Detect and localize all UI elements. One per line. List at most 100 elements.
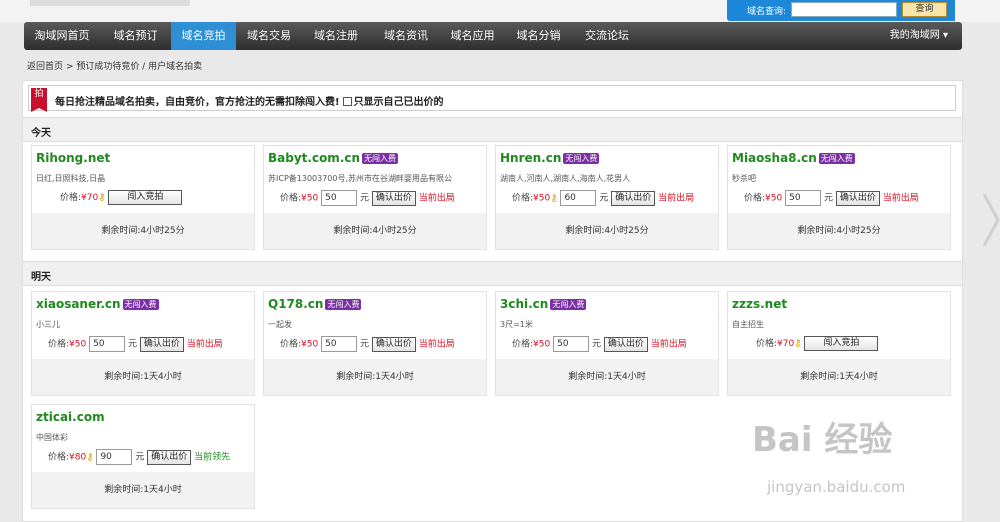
nav-item[interactable]: 域名注册 (302, 22, 370, 50)
domain-name-link[interactable]: zticai.com (36, 410, 105, 424)
remaining-time: 剩余时间:1天4小时 (32, 359, 254, 395)
domain-description: 秒杀吧 (732, 174, 756, 183)
only-mine-checkbox[interactable] (342, 97, 352, 106)
price-value: ¥70 (777, 339, 795, 349)
next-arrow-icon[interactable] (980, 190, 1000, 250)
no-entry-fee-badge: 无闯入费 (362, 153, 399, 164)
domain-name-link[interactable]: Babyt.com.cn 无闯入费 (268, 151, 399, 165)
notice-text: 每日抢注精品域名拍卖，自由竞价，官方抢注的无需扣除闯入费! (55, 97, 340, 108)
search-button[interactable]: 查询 (902, 2, 947, 17)
domain-name-link[interactable]: zzzs.net (732, 297, 787, 311)
confirm-bid-button[interactable]: 确认出价 (603, 336, 648, 352)
currency-unit: 元 (823, 193, 833, 204)
nav-item[interactable]: 淘域网首页 (24, 22, 100, 50)
domain-name[interactable]: Rihong.net (36, 151, 110, 165)
key-icon: ⚷ (794, 338, 802, 349)
domain-name-link[interactable]: Q178.cn 无闯入费 (268, 297, 362, 311)
nav-item[interactable]: 域名分销 (503, 22, 574, 50)
nav-item[interactable]: 域名竞拍 (171, 22, 236, 50)
key-icon: ⚷ (550, 192, 558, 204)
domain-description: 一起发 (268, 320, 292, 329)
watermark: Bai 经验 jingyan.baidu.com (752, 412, 905, 496)
domain-name[interactable]: Hnren.cn (500, 151, 561, 165)
bid-input[interactable]: 90 (96, 449, 133, 465)
price-row: 价格:¥50 50 元 确认出价 当前出局 (496, 336, 718, 354)
domain-name[interactable]: zzzs.net (732, 297, 787, 311)
breadcrumb-home-link[interactable]: 返回首页 (27, 62, 63, 72)
key-icon: ⚷ (86, 451, 94, 463)
bid-status: 当前出局 (418, 339, 455, 350)
price-label: 价格: (512, 193, 534, 204)
nav-item[interactable]: 域名资讯 (370, 22, 442, 50)
domain-name-link[interactable]: xiaosaner.cn 无闯入费 (36, 297, 159, 311)
price-label: 价格: (280, 339, 302, 350)
price-label: 价格: (48, 339, 70, 350)
domain-name[interactable]: 3chi.cn (500, 297, 548, 311)
domain-card: Rihong.net 日红,日照科技,日晶 价格:¥70 ⚷ 闯入竞拍 剩余时间:4小… (31, 145, 255, 250)
remaining-time: 剩余时间:1天4小时 (264, 359, 486, 395)
nav-item[interactable]: 域名应用 (442, 22, 503, 50)
price-value: ¥50 (765, 193, 783, 204)
enter-auction-button[interactable]: 闯入竞拍 (108, 190, 183, 205)
price-label: 价格: (48, 452, 70, 463)
breadcrumb-path: 预订成功待竞价 / 用户域名拍卖 (76, 62, 203, 72)
confirm-bid-button[interactable]: 确认出价 (371, 190, 416, 206)
confirm-bid-button[interactable]: 确认出价 (371, 336, 416, 352)
chevron-right-icon: > (65, 62, 74, 72)
search-input[interactable] (791, 2, 897, 17)
domain-name-link[interactable]: 3chi.cn 无闯入费 (500, 297, 587, 311)
section-header: 明天 (23, 261, 962, 286)
bid-input[interactable]: 50 (321, 336, 358, 352)
price-row: 价格:¥70 ⚷ 闯入竞拍 (32, 190, 254, 208)
no-entry-fee-badge: 无闯入费 (550, 299, 587, 310)
confirm-bid-button[interactable]: 确认出价 (611, 190, 656, 206)
domain-name[interactable]: xiaosaner.cn (36, 297, 121, 311)
domain-name[interactable]: Q178.cn (268, 297, 323, 311)
my-account-menu[interactable]: 我的淘域网 ▾ (890, 22, 948, 50)
price-row: 价格:¥50 50 元 确认出价 当前出局 (264, 336, 486, 354)
domain-name[interactable]: Babyt.com.cn (268, 151, 360, 165)
confirm-bid-button[interactable]: 确认出价 (147, 449, 192, 465)
price-label: 价格: (280, 193, 302, 204)
domain-card: 3chi.cn 无闯入费 3尺=1米 价格:¥50 50 元 确认出价 当前出局 剩余时… (495, 291, 719, 396)
domain-card: zticai.com 中国体彩 价格:¥80 ⚷ 90 元 确认出价 当前领先 剩余时… (31, 404, 255, 509)
domain-name[interactable]: zticai.com (36, 410, 105, 424)
notice-bar: 拍 每日抢注精品域名拍卖，自由竞价，官方抢注的无需扣除闯入费! 只显示自己已出价的 (28, 85, 956, 112)
bid-input[interactable]: 50 (321, 190, 358, 206)
price-label: 价格: (744, 193, 766, 204)
domain-card: Babyt.com.cn 无闯入费 苏ICP备13003700号,苏州市在谷湖畔婴用… (263, 145, 487, 250)
only-mine-label[interactable]: 只显示自己已出价的 (354, 97, 444, 108)
bid-status: 当前出局 (650, 339, 687, 350)
domain-card: zzzs.net 自主招生 价格:¥70 ⚷ 闯入竞拍 剩余时间:1天4小时 (727, 291, 951, 396)
bid-input[interactable]: 50 (89, 336, 126, 352)
domain-card: Q178.cn 无闯入费一起发价格:¥50 50 元 确认出价 当前出局剩余时间:… (263, 291, 487, 396)
price-value: ¥50 (301, 339, 319, 350)
remaining-time: 剩余时间:4小时25分 (496, 213, 718, 249)
nav-item[interactable]: 域名交易 (236, 22, 302, 50)
confirm-bid-button[interactable]: 确认出价 (835, 190, 880, 206)
enter-auction-button[interactable]: 闯入竞拍 (804, 336, 879, 351)
remaining-time: 剩余时间:1天4小时 (32, 472, 254, 508)
search-label: 域名查询: (747, 7, 787, 17)
chevron-down-icon: ▾ (942, 30, 948, 41)
price-value: ¥50 (533, 339, 551, 350)
confirm-bid-button[interactable]: 确认出价 (139, 336, 184, 352)
section-title: 今天 (31, 128, 51, 139)
nav-item[interactable]: 交流论坛 (574, 22, 640, 50)
nav-item[interactable]: 域名预订 (100, 22, 171, 50)
domain-name-link[interactable]: Rihong.net (36, 151, 110, 165)
domain-card: Hnren.cn 无闯入费 湖南人,河南人,湖南人,海南人,花男人 价格:¥50 ⚷ … (495, 145, 719, 250)
domain-name[interactable]: Miaosha8.cn (732, 151, 817, 165)
price-value: ¥50 (533, 193, 551, 204)
bid-input[interactable]: 50 (553, 336, 590, 352)
currency-unit: 元 (591, 339, 601, 350)
bid-input[interactable]: 60 (560, 190, 597, 206)
domain-description: 中国体彩 (36, 433, 68, 442)
domain-description: 3尺=1米 (500, 320, 533, 329)
domain-name-link[interactable]: Hnren.cn 无闯入费 (500, 151, 600, 165)
domain-name-link[interactable]: Miaosha8.cn 无闯入费 (732, 151, 855, 165)
domain-card: xiaosaner.cn 无闯入费 小三儿 价格:¥50 50 元 确认出价 当前出局… (31, 291, 255, 396)
bid-input[interactable]: 50 (785, 190, 822, 206)
bid-status: 当前出局 (882, 193, 919, 204)
domain-card: Miaosha8.cn 无闯入费 秒杀吧 价格:¥50 50 元 确认出价 当前出局剩… (727, 145, 951, 250)
